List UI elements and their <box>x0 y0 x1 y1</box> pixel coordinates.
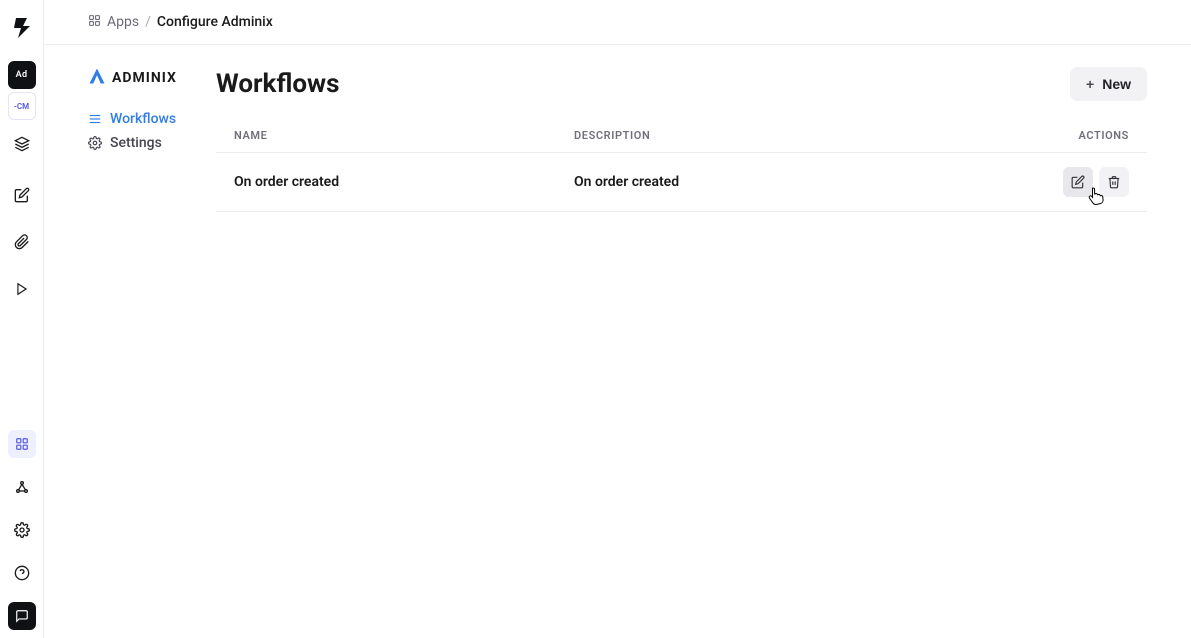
column-header-description: DESCRIPTION <box>574 129 999 142</box>
workflows-table: NAME DESCRIPTION ACTIONS On order create… <box>216 119 1147 212</box>
logo-icon <box>12 16 32 40</box>
main-area: Apps / Configure Adminix ADMINIX Workflo… <box>44 0 1191 638</box>
app-brand: ADMINIX <box>88 67 208 89</box>
edit-button[interactable] <box>1063 167 1093 197</box>
rail-item-chat[interactable] <box>8 602 36 630</box>
adminix-logo-icon <box>88 67 106 89</box>
edit-icon <box>1071 175 1085 189</box>
column-header-actions: ACTIONS <box>999 129 1129 142</box>
breadcrumb: Apps / Configure Adminix <box>44 0 1191 45</box>
gear-icon <box>88 136 102 150</box>
rail-item-attach[interactable] <box>8 228 36 256</box>
breadcrumb-apps-link[interactable]: Apps <box>107 14 139 30</box>
sidebar-item-settings-label: Settings <box>110 135 162 151</box>
content-main: Workflows + New NAME DESCRIPTION ACTIONS… <box>216 67 1147 212</box>
page-header: Workflows + New <box>216 67 1147 101</box>
pencil-square-icon <box>14 187 30 203</box>
rail-item-play[interactable] <box>8 275 36 303</box>
table-row: On order created On order created <box>216 153 1147 212</box>
rail-item-edit[interactable] <box>8 181 36 209</box>
table-header: NAME DESCRIPTION ACTIONS <box>216 119 1147 153</box>
rail-badge-ad-label: Ad <box>16 70 28 80</box>
rail-item-apps[interactable] <box>8 430 36 458</box>
app-brand-name: ADMINIX <box>112 70 177 86</box>
rail-item-layers[interactable] <box>8 130 36 158</box>
sidebar-item-settings[interactable]: Settings <box>88 131 208 155</box>
content-row: ADMINIX Workflows Settings Workflows + <box>44 45 1191 234</box>
column-header-name: NAME <box>234 129 574 142</box>
rail-badge-ad[interactable]: Ad <box>8 61 36 89</box>
page-title: Workflows <box>216 69 340 99</box>
rail-item-webhooks[interactable] <box>8 473 36 501</box>
gear-icon <box>14 522 30 538</box>
rail-item-help[interactable] <box>8 559 36 587</box>
row-name: On order created <box>234 174 574 190</box>
paperclip-icon <box>14 234 30 250</box>
rail-badge-cm-label: -СM <box>14 102 29 111</box>
breadcrumb-grid-icon <box>88 14 101 31</box>
rail-badge-cm[interactable]: -СM <box>8 92 36 120</box>
new-button[interactable]: + New <box>1070 67 1147 101</box>
sidebar-item-workflows-label: Workflows <box>110 111 176 127</box>
app-logo[interactable] <box>8 14 36 42</box>
breadcrumb-separator: / <box>145 14 151 30</box>
content-sidebar: ADMINIX Workflows Settings <box>88 67 208 212</box>
breadcrumb-current: Configure Adminix <box>157 14 273 30</box>
webhook-icon <box>14 479 30 495</box>
new-button-label: New <box>1102 76 1131 92</box>
grid-icon <box>15 437 29 451</box>
app-rail: Ad -СM <box>0 0 44 638</box>
chat-icon <box>15 609 29 623</box>
delete-button[interactable] <box>1099 167 1129 197</box>
layers-icon <box>14 136 30 152</box>
trash-icon <box>1107 175 1121 189</box>
row-description: On order created <box>574 174 999 190</box>
play-icon <box>15 282 29 296</box>
sidebar-item-workflows[interactable]: Workflows <box>88 107 208 131</box>
help-icon <box>14 565 30 581</box>
list-icon <box>88 112 102 126</box>
row-actions <box>999 167 1129 197</box>
rail-item-settings[interactable] <box>8 516 36 544</box>
plus-icon: + <box>1086 77 1094 91</box>
